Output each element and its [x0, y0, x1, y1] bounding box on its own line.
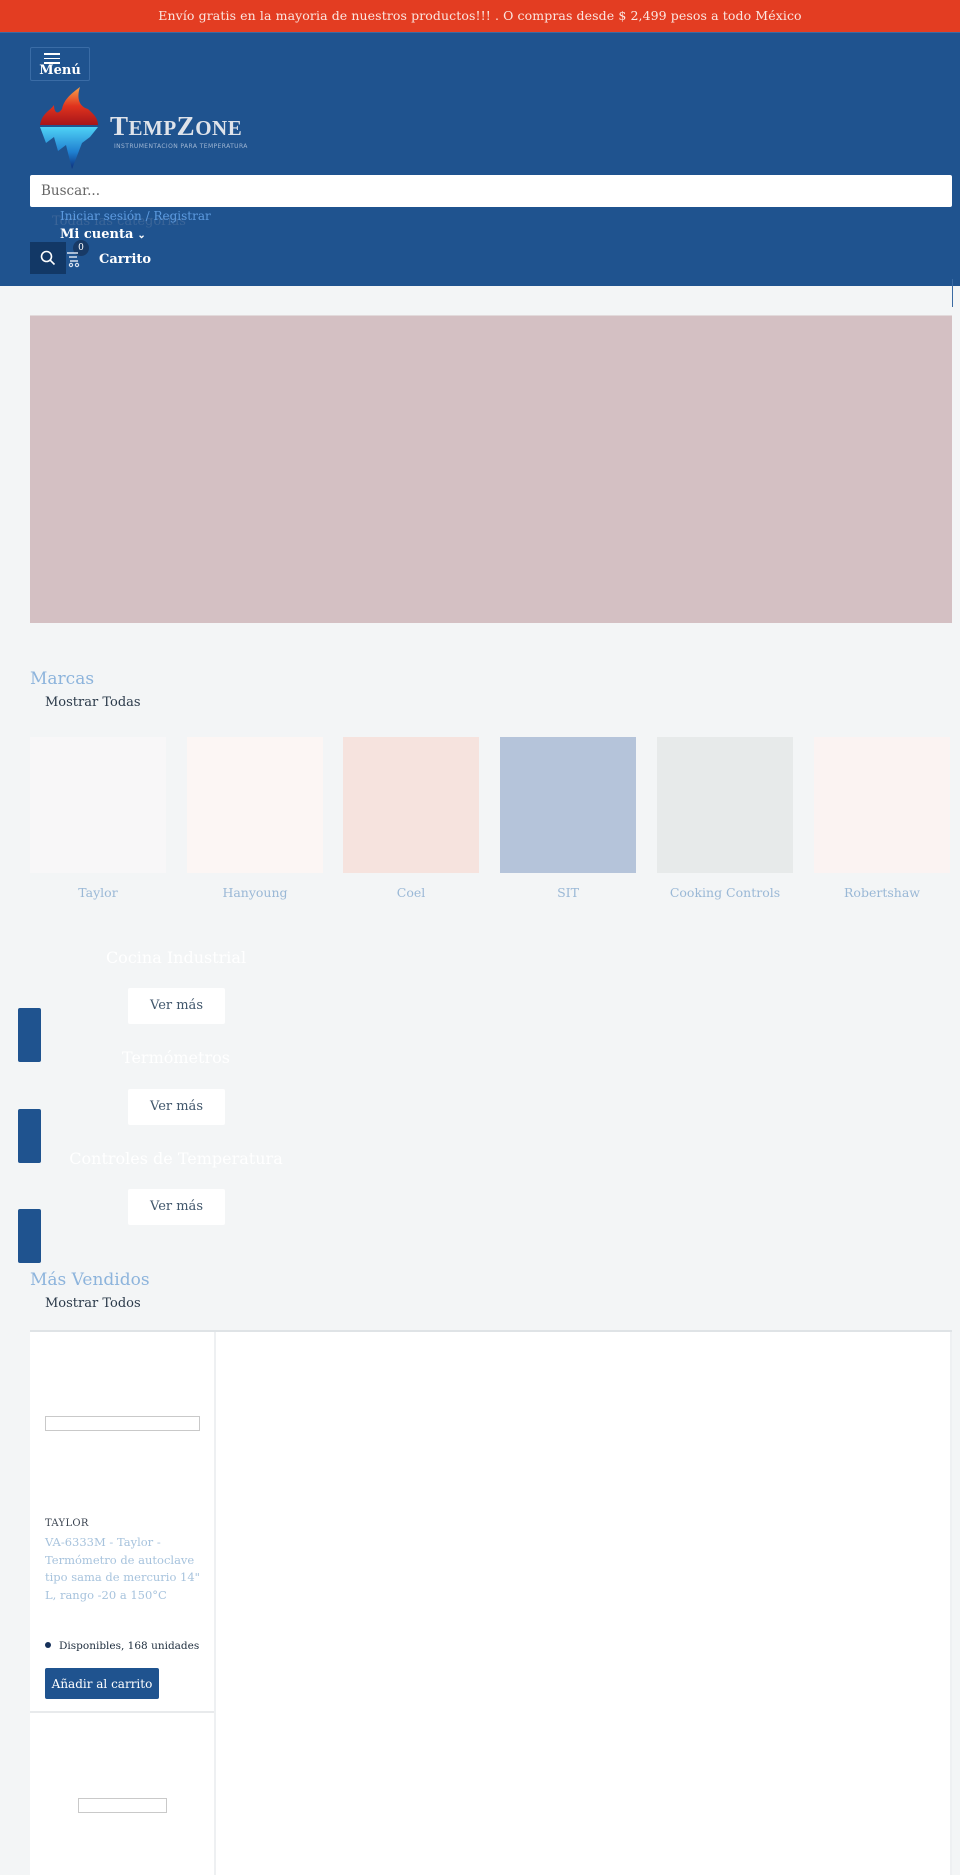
brand-item[interactable]: Cooking Controls — [657, 737, 793, 900]
brand-logo — [657, 737, 793, 873]
brand-name: Coel — [396, 885, 426, 900]
category-title: Cocina Industrial — [105, 948, 247, 967]
logo[interactable]: TEMPZONE INSTRUMENTACION PARA TEMPERATUR… — [36, 87, 256, 171]
logo-letters: ONE — [195, 116, 243, 140]
product-image[interactable] — [78, 1798, 167, 1813]
site-header: Menú TEMPZONE INSTRUMENTACION PARA TEMPE… — [0, 32, 960, 307]
product-card[interactable]: TAYLOR VA-6333M - Taylor - Termómetro de… — [30, 1332, 214, 1713]
brand-name: Taylor — [78, 885, 118, 900]
login-register-link[interactable]: Iniciar sesión / Registrar — [60, 209, 211, 223]
product-vendor: TAYLOR — [45, 1518, 89, 1529]
category-title: Controles de Temperatura — [69, 1149, 283, 1168]
logo-letters: EMP — [128, 116, 177, 140]
brand-logo — [30, 737, 166, 873]
brand-item[interactable]: SIT — [500, 737, 636, 900]
hamburger-icon — [44, 53, 60, 64]
stock-dot-icon — [45, 1642, 51, 1648]
brand-name: SIT — [557, 885, 579, 900]
category-title: Termómetros — [122, 1048, 230, 1067]
brand-name: Cooking Controls — [669, 885, 781, 900]
product-title-link[interactable]: VA-6333M - Taylor - Termómetro de autocl… — [45, 1534, 207, 1604]
account-menu[interactable]: Mi cuenta ⌄ — [60, 227, 146, 242]
divider — [950, 1332, 952, 1875]
cart-icon[interactable] — [64, 249, 84, 269]
stock-status: Disponibles, 168 unidades — [45, 1640, 199, 1652]
bestsellers-title: Más Vendidos — [30, 1270, 150, 1290]
logo-tagline: INSTRUMENTACION PARA TEMPERATURA — [114, 143, 248, 150]
category-view-more-button[interactable]: Ver más — [128, 1089, 225, 1125]
category-slide-handle[interactable] — [18, 1209, 41, 1263]
menu-button[interactable]: Menú — [30, 47, 90, 81]
add-to-cart-button[interactable]: Añadir al carrito — [45, 1668, 159, 1699]
search-input[interactable] — [30, 175, 952, 207]
category-view-more-button[interactable]: Ver más — [128, 1189, 225, 1225]
brand-item[interactable]: Robertshaw — [814, 737, 950, 900]
hero-slideshow[interactable] — [30, 315, 952, 623]
search-icon — [40, 250, 56, 266]
divider — [214, 1332, 216, 1875]
menu-label: Menú — [39, 63, 81, 78]
logo-letter: Z — [176, 111, 196, 141]
brand-logo — [187, 737, 323, 873]
brand-item[interactable]: Taylor — [30, 737, 166, 900]
brand-logo — [500, 737, 636, 873]
product-grid: TAYLOR VA-6333M - Taylor - Termómetro de… — [30, 1330, 952, 1875]
logo-wordmark: TEMPZONE — [110, 111, 242, 142]
chevron-down-icon: ⌄ — [137, 230, 146, 241]
brands-show-all-link[interactable]: Mostrar Todas — [45, 695, 141, 710]
brand-logo — [343, 737, 479, 873]
account-label: Mi cuenta — [60, 227, 134, 242]
stock-text: Disponibles, 168 unidades — [59, 1640, 200, 1652]
brand-name: Hanyoung — [222, 885, 288, 900]
brand-logo — [814, 737, 950, 873]
flame-ice-logo-icon — [40, 87, 98, 169]
logo-letter: T — [110, 111, 129, 141]
divider — [952, 279, 953, 307]
category-view-more-button[interactable]: Ver más — [128, 988, 225, 1024]
bestsellers-show-all-link[interactable]: Mostrar Todos — [45, 1296, 141, 1311]
product-image[interactable] — [45, 1416, 200, 1431]
brands-title: Marcas — [30, 669, 95, 689]
cart-link[interactable]: Carrito — [99, 252, 151, 267]
brand-item[interactable]: Hanyoung — [187, 737, 323, 900]
search-button[interactable] — [30, 242, 66, 274]
brand-item[interactable]: Coel — [343, 737, 479, 900]
brand-name: Robertshaw — [844, 885, 920, 900]
announcement-bar: Envío gratis en la mayoria de nuestros p… — [0, 0, 960, 32]
